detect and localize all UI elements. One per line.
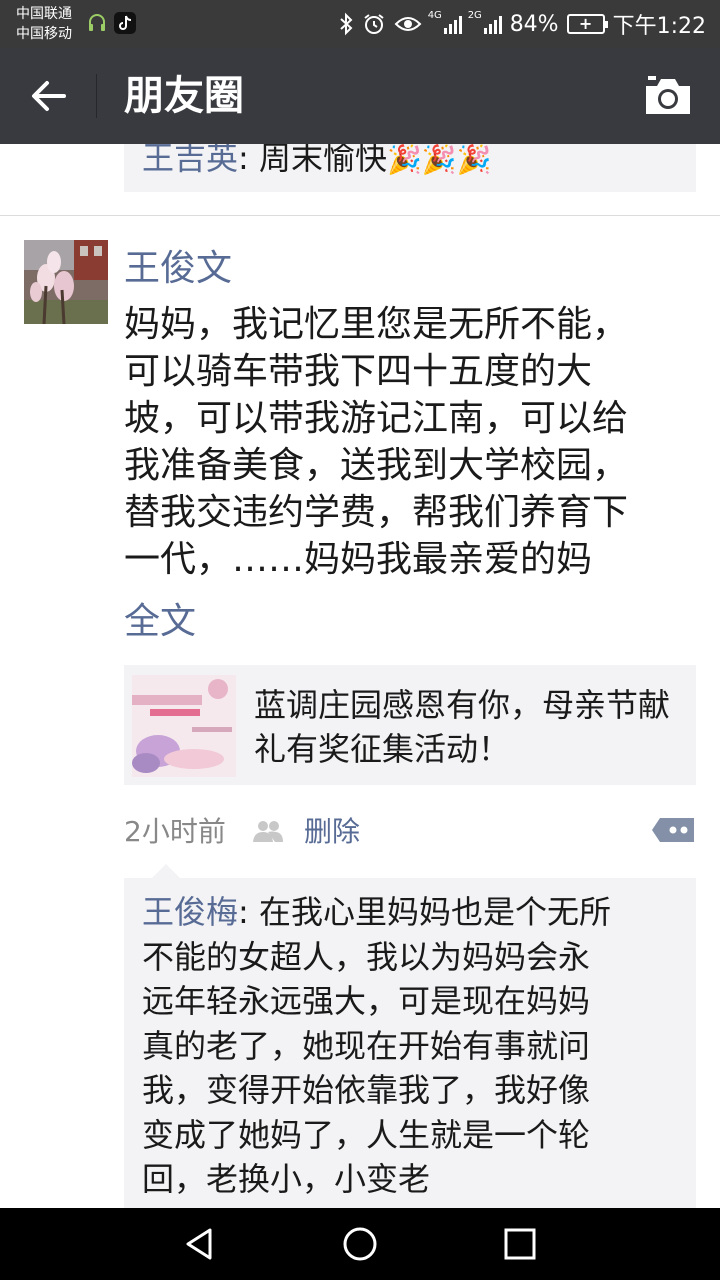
link-thumbnail-image: [132, 675, 236, 777]
moments-feed[interactable]: 王吉英: 周末愉快🎉🎉🎉 王俊文 妈妈，我记忆里您是无所不能， 可以骑车带我下四…: [0, 144, 720, 1208]
more-dots-icon[interactable]: [652, 814, 696, 846]
carrier-1: 中国联通: [16, 6, 72, 22]
post-divider: [0, 215, 720, 216]
post-author[interactable]: 王俊文: [124, 244, 232, 294]
avatar[interactable]: [24, 240, 108, 324]
bluetooth-icon: [340, 12, 353, 36]
party-emoji: 🎉🎉🎉: [386, 144, 492, 176]
title-bar: 朋友圈: [0, 48, 720, 144]
post-time: 2小时前: [124, 815, 226, 848]
comment-author[interactable]: 王吉英: [142, 144, 238, 177]
comment[interactable]: 王俊梅: 在我心里妈妈也是个无所 不能的女超人，我以为妈妈会永 远年轻永远强大，…: [142, 890, 682, 1202]
status-bar: 中国联通 中国移动 4G 2G 84% + 下午1:22: [0, 0, 720, 48]
title-divider: [96, 74, 97, 118]
camera-icon[interactable]: [642, 74, 694, 118]
carrier-2: 中国移动: [16, 26, 72, 42]
signal-icon: 4G: [428, 10, 462, 34]
headset-icon: [89, 14, 105, 31]
back-button[interactable]: [22, 70, 74, 122]
battery-icon: +: [566, 14, 608, 34]
avatar-image: [24, 240, 108, 324]
comment-text: : 在我心里妈妈也是个无所 不能的女超人，我以为妈妈会永 远年轻永远强大，可是现…: [142, 893, 611, 1198]
back-arrow-icon: [32, 81, 66, 111]
comment-text: : 周末愉快: [238, 144, 387, 177]
eye-icon: [394, 17, 422, 31]
navigation-bar: [0, 1208, 720, 1280]
recents-nav-icon[interactable]: [500, 1224, 540, 1264]
carrier-labels: 中国联通 中国移动: [16, 4, 72, 44]
delete-button[interactable]: 删除: [304, 810, 360, 854]
link-title: 蓝调庄园感恩有你，母亲节献礼有奖征集活动！: [254, 686, 671, 768]
alarm-icon: [364, 14, 384, 34]
link-thumbnail: [132, 675, 236, 777]
home-nav-icon[interactable]: [340, 1224, 380, 1264]
post-meta: 2小时前 删除: [124, 810, 696, 854]
previous-comment[interactable]: 王吉英: 周末愉快🎉🎉🎉: [124, 144, 696, 192]
tiktok-icon: [114, 12, 136, 34]
notification-icons: [86, 12, 136, 34]
full-text-link[interactable]: 全文: [124, 597, 196, 647]
page-title: 朋友圈: [124, 73, 244, 119]
friends-icon[interactable]: [252, 818, 284, 846]
status-right: 4G 2G 84% + 下午1:22: [338, 0, 706, 48]
signal-icon: 2G: [468, 10, 502, 34]
back-nav-icon[interactable]: [180, 1224, 220, 1264]
post-text: 妈妈，我记忆里您是无所不能， 可以骑车带我下四十五度的大 坡，可以带我游记江南，…: [124, 304, 629, 580]
comment-box: 王俊梅: 在我心里妈妈也是个无所 不能的女超人，我以为妈妈会永 远年轻永远强大，…: [124, 864, 696, 1208]
shared-link-card[interactable]: 蓝调庄园感恩有你，母亲节献礼有奖征集活动！: [124, 665, 696, 785]
comment-author[interactable]: 王俊梅: [142, 893, 238, 931]
battery-percent: 84%: [509, 11, 559, 37]
signal-1-label: 4G: [427, 10, 442, 21]
clock: 下午1:22: [612, 14, 706, 39]
signal-2-label: 2G: [467, 10, 482, 21]
